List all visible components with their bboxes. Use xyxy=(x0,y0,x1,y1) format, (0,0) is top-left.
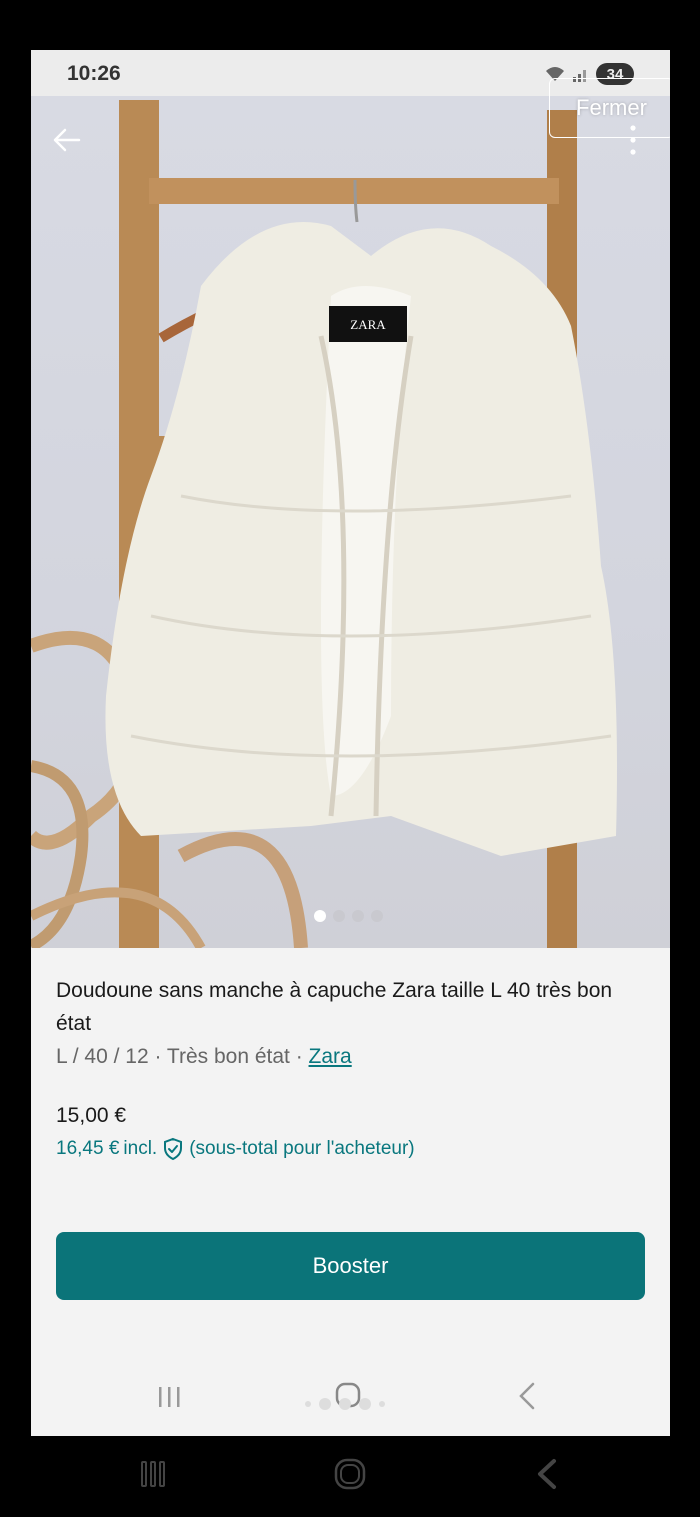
gallery-pagination xyxy=(314,910,383,922)
brand-link[interactable]: Zara xyxy=(309,1045,352,1068)
recent-apps-icon[interactable] xyxy=(138,1458,170,1490)
nav-dot xyxy=(305,1401,311,1407)
close-button[interactable]: Fermer xyxy=(549,78,670,138)
shield-check-icon xyxy=(164,1137,183,1161)
boost-button[interactable]: Booster xyxy=(56,1232,645,1300)
price-incl-amount: 16,45 € xyxy=(56,1138,120,1159)
buyer-protection-price[interactable]: 16,45 € incl. (sous-total pour l'acheteu… xyxy=(56,1137,415,1161)
listing-info: Doudoune sans manche à capuche Zara tail… xyxy=(56,974,646,1074)
back-arrow-icon[interactable] xyxy=(49,122,85,158)
listing-meta: L / 40 / 12 · Très bon état · Zara xyxy=(56,1040,646,1074)
product-photo: ZARA xyxy=(31,100,617,948)
product-photo-gallery[interactable]: ZARA xyxy=(31,96,670,948)
listing-price: 15,00 € xyxy=(56,1104,127,1127)
home-icon[interactable] xyxy=(333,1457,367,1491)
pagination-dot[interactable] xyxy=(333,910,345,922)
nav-pagination-dots xyxy=(305,1398,385,1410)
pagination-dot-active[interactable] xyxy=(314,910,326,922)
pagination-dot[interactable] xyxy=(371,910,383,922)
back-icon[interactable] xyxy=(515,1380,541,1412)
nav-dot xyxy=(319,1398,331,1410)
recent-apps-icon[interactable] xyxy=(155,1382,185,1412)
listing-attributes: L / 40 / 12 · Très bon état · xyxy=(56,1045,309,1068)
listing-title: Doudoune sans manche à capuche Zara tail… xyxy=(56,979,613,1035)
status-time: 10:26 xyxy=(67,62,121,85)
garment-tag-label: ZARA xyxy=(350,317,386,332)
back-icon[interactable] xyxy=(534,1457,560,1491)
nav-dot xyxy=(379,1401,385,1407)
pagination-dot[interactable] xyxy=(352,910,364,922)
system-navigation-bar xyxy=(0,1440,700,1517)
price-incl-word: incl. xyxy=(123,1138,158,1159)
price-incl-note: (sous-total pour l'acheteur) xyxy=(189,1138,415,1159)
app-screen: 10:26 34 ZARA Fermer Doudoune sans manch… xyxy=(31,50,670,1436)
nav-dot xyxy=(339,1398,351,1410)
nav-dot xyxy=(359,1398,371,1410)
